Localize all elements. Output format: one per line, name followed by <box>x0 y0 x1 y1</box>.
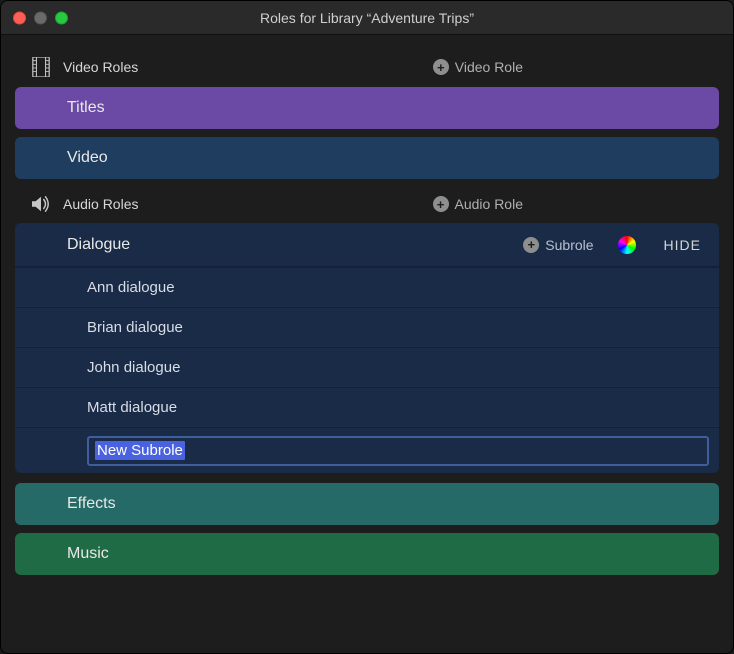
role-music[interactable]: Music <box>15 533 719 575</box>
subrole-item[interactable]: Matt dialogue <box>15 387 719 427</box>
role-effects-label: Effects <box>67 495 116 513</box>
role-titles[interactable]: Titles <box>15 87 719 129</box>
add-audio-role-label: Audio Role <box>455 196 524 212</box>
plus-icon: + <box>523 237 539 253</box>
window-title: Roles for Library “Adventure Trips” <box>1 10 733 26</box>
add-video-role-label: Video Role <box>455 59 523 75</box>
new-subrole-value: New Subrole <box>95 441 185 460</box>
role-dialogue: Dialogue + Subrole HIDE Ann dialogue Bri… <box>15 223 719 473</box>
film-icon <box>29 57 53 77</box>
roles-window: Roles for Library “Adventure Trips” <box>0 0 734 654</box>
plus-icon: + <box>433 59 449 75</box>
subrole-item[interactable]: John dialogue <box>15 347 719 387</box>
role-music-label: Music <box>67 545 109 563</box>
dialogue-name: Dialogue <box>67 236 130 254</box>
subrole-edit-row: New Subrole <box>15 427 719 473</box>
titlebar: Roles for Library “Adventure Trips” <box>1 1 733 35</box>
subrole-item[interactable]: Ann dialogue <box>15 267 719 307</box>
content-area: Video Roles + Video Role Titles Video <box>1 35 733 597</box>
add-subrole-button[interactable]: + Subrole <box>523 237 593 253</box>
add-video-role-button[interactable]: + Video Role <box>433 59 523 75</box>
subrole-label: Brian dialogue <box>87 319 183 336</box>
subrole-label: John dialogue <box>87 359 180 376</box>
add-subrole-label: Subrole <box>545 237 593 253</box>
close-window-button[interactable] <box>13 11 26 24</box>
speaker-icon <box>29 195 53 213</box>
audio-roles-label: Audio Roles <box>63 196 139 212</box>
add-audio-role-button[interactable]: + Audio Role <box>433 196 524 212</box>
audio-roles-header: Audio Roles + Audio Role <box>15 187 719 223</box>
dialogue-header[interactable]: Dialogue + Subrole HIDE <box>15 223 719 267</box>
subrole-item[interactable]: Brian dialogue <box>15 307 719 347</box>
plus-icon: + <box>433 196 449 212</box>
role-color-picker[interactable] <box>618 236 636 254</box>
role-video[interactable]: Video <box>15 137 719 179</box>
video-roles-label: Video Roles <box>63 59 138 75</box>
subrole-label: Ann dialogue <box>87 279 175 296</box>
hide-subroles-button[interactable]: HIDE <box>664 237 701 253</box>
minimize-window-button[interactable] <box>34 11 47 24</box>
window-controls <box>13 11 68 24</box>
role-titles-label: Titles <box>67 99 105 117</box>
zoom-window-button[interactable] <box>55 11 68 24</box>
subrole-label: Matt dialogue <box>87 399 177 416</box>
role-video-label: Video <box>67 149 108 167</box>
video-roles-header: Video Roles + Video Role <box>15 49 719 87</box>
role-effects[interactable]: Effects <box>15 483 719 525</box>
new-subrole-input[interactable]: New Subrole <box>87 436 709 466</box>
